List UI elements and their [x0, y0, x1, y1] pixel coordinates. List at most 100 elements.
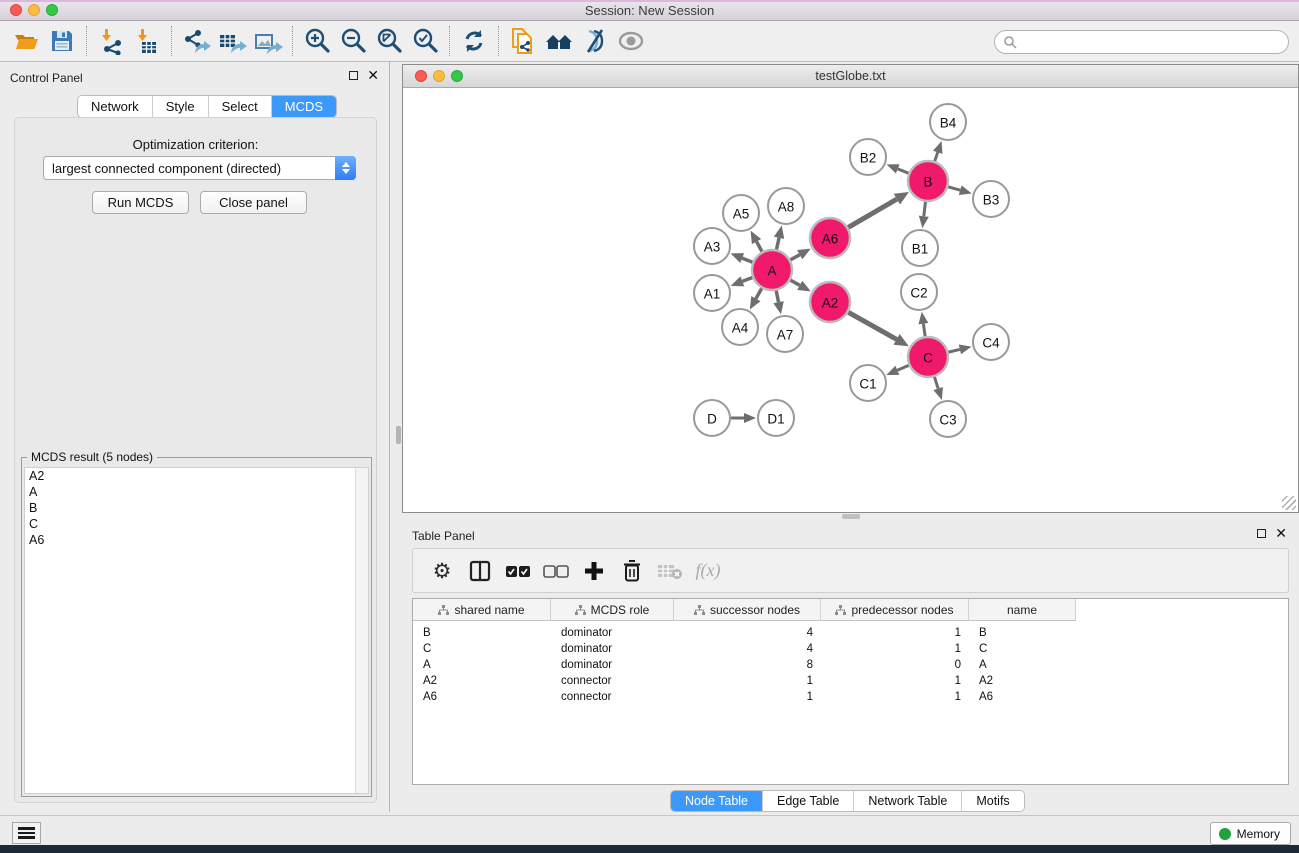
- export-image-icon[interactable]: [250, 24, 286, 58]
- close-table-panel-icon[interactable]: ✕: [1275, 529, 1287, 538]
- edge-B-B2[interactable]: [898, 169, 909, 173]
- table-cell-shared_name[interactable]: A2: [423, 673, 551, 689]
- home-view-icon[interactable]: [541, 24, 577, 58]
- table-cell-name[interactable]: C: [979, 641, 1076, 657]
- task-history-button[interactable]: [12, 822, 41, 844]
- mcds-result-list[interactable]: A2ABCA6: [24, 467, 369, 794]
- result-list-item[interactable]: A: [25, 484, 368, 500]
- export-network-icon[interactable]: [178, 24, 214, 58]
- edge-A-A5[interactable]: [757, 242, 762, 252]
- float-table-panel-icon[interactable]: [1257, 529, 1266, 538]
- tab-network-table[interactable]: Network Table: [854, 791, 962, 811]
- network-window-titlebar[interactable]: testGlobe.txt: [403, 65, 1298, 88]
- edge-B-B3[interactable]: [948, 187, 960, 190]
- edge-C-C1[interactable]: [897, 365, 908, 370]
- select-all-columns-icon[interactable]: [501, 554, 535, 588]
- zoom-in-icon[interactable]: [299, 24, 335, 58]
- table-cell-predecessor_nodes[interactable]: 0: [821, 657, 961, 673]
- show-graphics-details-icon[interactable]: [613, 24, 649, 58]
- tab-style[interactable]: Style: [153, 96, 209, 117]
- result-list-scrollbar[interactable]: [355, 468, 368, 793]
- table-cell-mcds_role[interactable]: connector: [561, 673, 674, 689]
- result-list-item[interactable]: B: [25, 500, 368, 516]
- column-header-MCDS-role[interactable]: MCDS role: [551, 599, 674, 621]
- table-cell-name[interactable]: A6: [979, 689, 1076, 705]
- memory-button[interactable]: Memory: [1210, 822, 1291, 845]
- zoom-out-icon[interactable]: [335, 24, 371, 58]
- table-cell-mcds_role[interactable]: dominator: [561, 625, 674, 641]
- edge-A-A1[interactable]: [742, 278, 752, 282]
- result-list-item[interactable]: A2: [25, 468, 368, 484]
- table-cell-mcds_role[interactable]: dominator: [561, 657, 674, 673]
- unselect-all-columns-icon[interactable]: [539, 554, 573, 588]
- table-cell-predecessor_nodes[interactable]: 1: [821, 641, 961, 657]
- edge-A-A2[interactable]: [790, 280, 799, 285]
- table-cell-name[interactable]: A2: [979, 673, 1076, 689]
- edge-A-A7[interactable]: [776, 291, 778, 303]
- edge-C-C2[interactable]: [923, 324, 925, 337]
- edge-A6-B[interactable]: [848, 199, 897, 227]
- toolbar-search-box[interactable]: [994, 30, 1289, 54]
- criterion-dropdown[interactable]: largest connected component (directed): [43, 156, 356, 180]
- delete-column-icon[interactable]: [615, 554, 649, 588]
- edge-C-C4[interactable]: [948, 349, 959, 352]
- new-network-from-selection-icon[interactable]: [505, 24, 541, 58]
- table-cell-predecessor_nodes[interactable]: 1: [821, 673, 961, 689]
- vertical-splitter-grip[interactable]: [396, 426, 401, 444]
- table-cell-shared_name[interactable]: A6: [423, 689, 551, 705]
- table-cell-successor_nodes[interactable]: 4: [674, 625, 813, 641]
- export-table-icon[interactable]: [214, 24, 250, 58]
- zoom-fit-icon[interactable]: [371, 24, 407, 58]
- close-panel-icon[interactable]: ✕: [367, 71, 379, 80]
- search-input[interactable]: [1017, 32, 1288, 52]
- column-header-shared-name[interactable]: shared name: [413, 599, 551, 621]
- table-cell-successor_nodes[interactable]: 1: [674, 689, 813, 705]
- table-cell-shared_name[interactable]: B: [423, 625, 551, 641]
- table-cell-name[interactable]: B: [979, 625, 1076, 641]
- tab-edge-table[interactable]: Edge Table: [763, 791, 854, 811]
- result-list-item[interactable]: A6: [25, 532, 368, 548]
- table-cell-predecessor_nodes[interactable]: 1: [821, 689, 961, 705]
- float-panel-icon[interactable]: [349, 71, 358, 80]
- column-settings-icon[interactable]: ⚙: [425, 554, 459, 588]
- edge-A-A8[interactable]: [776, 238, 779, 250]
- import-table-icon[interactable]: [129, 24, 165, 58]
- result-list-item[interactable]: C: [25, 516, 368, 532]
- save-session-icon[interactable]: [44, 24, 80, 58]
- edge-C-C3[interactable]: [934, 377, 938, 389]
- import-network-icon[interactable]: [93, 24, 129, 58]
- zoom-selected-icon[interactable]: [407, 24, 443, 58]
- create-column-icon[interactable]: [577, 554, 611, 588]
- table-cell-name[interactable]: A: [979, 657, 1076, 673]
- refresh-icon[interactable]: [456, 24, 492, 58]
- table-cell-shared_name[interactable]: C: [423, 641, 551, 657]
- edge-A2-C[interactable]: [848, 312, 896, 339]
- table-cell-successor_nodes[interactable]: 8: [674, 657, 813, 673]
- table-cell-successor_nodes[interactable]: 1: [674, 673, 813, 689]
- network-resize-grip[interactable]: [1282, 496, 1296, 510]
- table-cell-mcds_role[interactable]: dominator: [561, 641, 674, 657]
- tab-network[interactable]: Network: [78, 96, 153, 117]
- horizontal-splitter-grip[interactable]: [842, 514, 860, 519]
- node-table[interactable]: shared nameMCDS rolesuccessor nodesprede…: [412, 598, 1289, 785]
- tab-select[interactable]: Select: [209, 96, 272, 117]
- column-header-name[interactable]: name: [969, 599, 1076, 621]
- table-cell-predecessor_nodes[interactable]: 1: [821, 625, 961, 641]
- edge-A-A6[interactable]: [790, 255, 799, 260]
- column-header-predecessor-nodes[interactable]: predecessor nodes: [821, 599, 969, 621]
- edge-A-A3[interactable]: [742, 258, 752, 262]
- edge-A-A4[interactable]: [756, 288, 762, 298]
- edge-B-B1[interactable]: [924, 202, 926, 216]
- tab-mcds[interactable]: MCDS: [272, 96, 336, 117]
- table-cell-successor_nodes[interactable]: 4: [674, 641, 813, 657]
- tab-motifs[interactable]: Motifs: [962, 791, 1023, 811]
- show-columns-icon[interactable]: [463, 554, 497, 588]
- column-header-successor-nodes[interactable]: successor nodes: [674, 599, 821, 621]
- hide-graphics-details-icon[interactable]: [577, 24, 613, 58]
- table-cell-shared_name[interactable]: A: [423, 657, 551, 673]
- close-panel-button[interactable]: Close panel: [200, 191, 307, 214]
- edge-B-B4[interactable]: [935, 152, 938, 161]
- tab-node-table[interactable]: Node Table: [671, 791, 763, 811]
- network-canvas[interactable]: AA1A2A3A4A5A6A7A8BB1B2B3B4CC1C2C3C4DD1: [403, 88, 1298, 512]
- run-mcds-button[interactable]: Run MCDS: [92, 191, 189, 214]
